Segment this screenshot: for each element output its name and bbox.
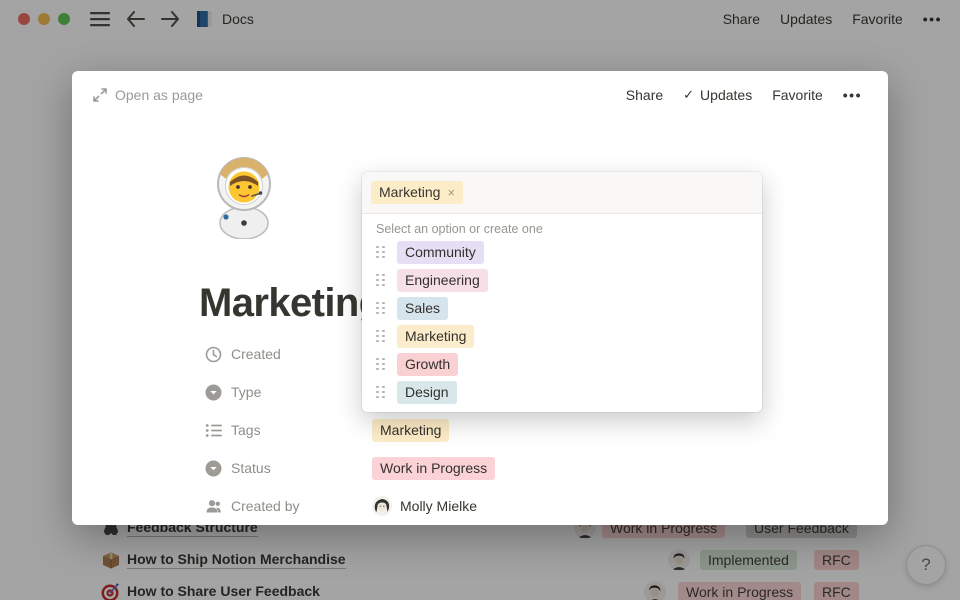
- modal-updates-button[interactable]: ✓ Updates: [683, 87, 752, 103]
- option-community[interactable]: Community: [362, 238, 762, 266]
- option-chip[interactable]: Design: [397, 381, 457, 404]
- option-engineering[interactable]: Engineering: [362, 266, 762, 294]
- property-row-created-by[interactable]: Created by Molly Mielke: [205, 487, 495, 525]
- created-by-name: Molly Mielke: [400, 498, 477, 514]
- modal-updates-label: Updates: [700, 87, 752, 103]
- option-sales[interactable]: Sales: [362, 294, 762, 322]
- tag-input-area[interactable]: Marketing ×: [362, 172, 762, 214]
- check-icon: ✓: [683, 87, 694, 103]
- option-chip[interactable]: Engineering: [397, 269, 488, 292]
- page-title[interactable]: Marketing: [199, 281, 383, 326]
- bulleted-list-icon: [205, 422, 222, 439]
- property-label: Tags: [231, 422, 372, 438]
- modal-favorite-button[interactable]: Favorite: [772, 87, 823, 103]
- created-by-value[interactable]: Molly Mielke: [372, 496, 477, 516]
- property-label: Created: [231, 346, 372, 362]
- select-chevron-icon: [205, 460, 222, 477]
- drag-handle-icon[interactable]: [376, 358, 385, 371]
- modal-header: Open as page Share ✓ Updates Favorite ••…: [72, 71, 888, 119]
- tags-value-chip[interactable]: Marketing: [372, 419, 449, 442]
- selected-tag-label: Marketing: [379, 183, 440, 202]
- modal-share-button[interactable]: Share: [626, 87, 663, 103]
- drag-handle-icon[interactable]: [376, 386, 385, 399]
- option-chip[interactable]: Sales: [397, 297, 448, 320]
- app-window: Docs Share Updates Favorite ••• Feedback…: [0, 0, 960, 600]
- open-as-page-label: Open as page: [115, 87, 203, 103]
- option-marketing[interactable]: Marketing: [362, 322, 762, 350]
- property-label: Status: [231, 460, 372, 476]
- option-design[interactable]: Design: [362, 378, 762, 406]
- open-as-page-button[interactable]: Open as page: [93, 87, 203, 103]
- tag-select-dropdown: Marketing × Select an option or create o…: [362, 172, 762, 412]
- option-growth[interactable]: Growth: [362, 350, 762, 378]
- person-icon: [205, 498, 222, 515]
- dropdown-options: Community Engineering Sales Marketing Gr…: [362, 236, 762, 412]
- option-chip[interactable]: Growth: [397, 353, 458, 376]
- property-row-status[interactable]: Status Work in Progress: [205, 449, 495, 487]
- select-chevron-icon: [205, 384, 222, 401]
- remove-tag-icon[interactable]: ×: [447, 183, 455, 202]
- status-value-chip[interactable]: Work in Progress: [372, 457, 495, 480]
- drag-handle-icon[interactable]: [376, 330, 385, 343]
- drag-handle-icon[interactable]: [376, 302, 385, 315]
- property-row-tags[interactable]: Tags Marketing: [205, 411, 495, 449]
- clock-icon: [205, 346, 222, 363]
- option-chip[interactable]: Community: [397, 241, 484, 264]
- drag-handle-icon[interactable]: [376, 246, 385, 259]
- modal-more-button[interactable]: •••: [843, 87, 862, 103]
- option-chip[interactable]: Marketing: [397, 325, 474, 348]
- drag-handle-icon[interactable]: [376, 274, 385, 287]
- property-label: Type: [231, 384, 372, 400]
- woman-astronaut-emoji[interactable]: [205, 155, 283, 239]
- dropdown-hint: Select an option or create one: [362, 214, 762, 236]
- expand-diagonal-icon: [93, 88, 107, 102]
- property-label: Created by: [231, 498, 372, 514]
- selected-tag-chip[interactable]: Marketing ×: [371, 181, 463, 204]
- molly-avatar: [372, 496, 392, 516]
